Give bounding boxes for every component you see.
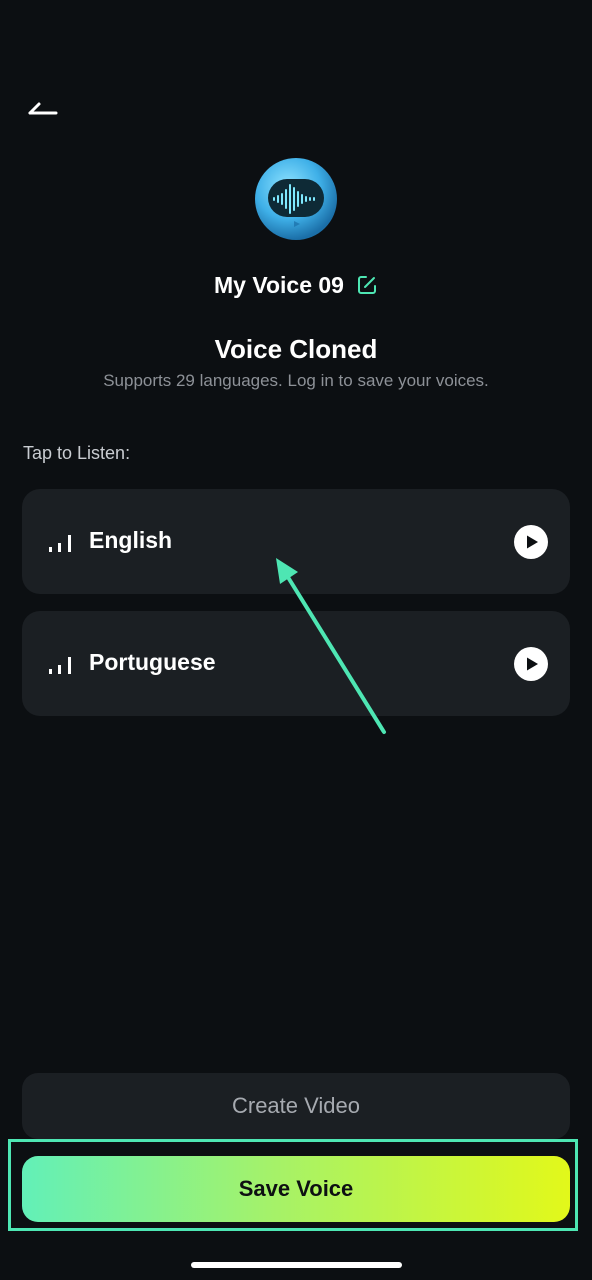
- voice-name-row: My Voice 09: [0, 264, 592, 306]
- back-button[interactable]: [22, 92, 66, 126]
- language-label: Portuguese: [89, 649, 216, 675]
- status-title: Voice Cloned: [214, 334, 378, 364]
- back-arrow-icon: [28, 102, 58, 115]
- language-item-portuguese[interactable]: Portuguese: [22, 611, 570, 716]
- language-item-english[interactable]: English: [22, 489, 570, 594]
- tap-to-listen-label: Tap to Listen:: [23, 443, 131, 463]
- audio-bars-icon: [49, 535, 71, 552]
- edit-icon[interactable]: [356, 274, 378, 296]
- create-video-button[interactable]: Create Video: [22, 1073, 570, 1139]
- language-label: English: [89, 527, 173, 553]
- voice-name: My Voice 09: [214, 271, 344, 298]
- play-button-portuguese[interactable]: [514, 647, 548, 681]
- voice-avatar: [254, 157, 338, 241]
- status-subtitle: Supports 29 languages. Log in to save yo…: [103, 371, 489, 390]
- home-indicator: [191, 1262, 402, 1268]
- play-button-english[interactable]: [514, 525, 548, 559]
- play-icon: [527, 657, 538, 671]
- save-voice-button[interactable]: Save Voice: [22, 1156, 570, 1222]
- audio-bars-icon: [49, 657, 71, 674]
- play-icon: [527, 535, 538, 549]
